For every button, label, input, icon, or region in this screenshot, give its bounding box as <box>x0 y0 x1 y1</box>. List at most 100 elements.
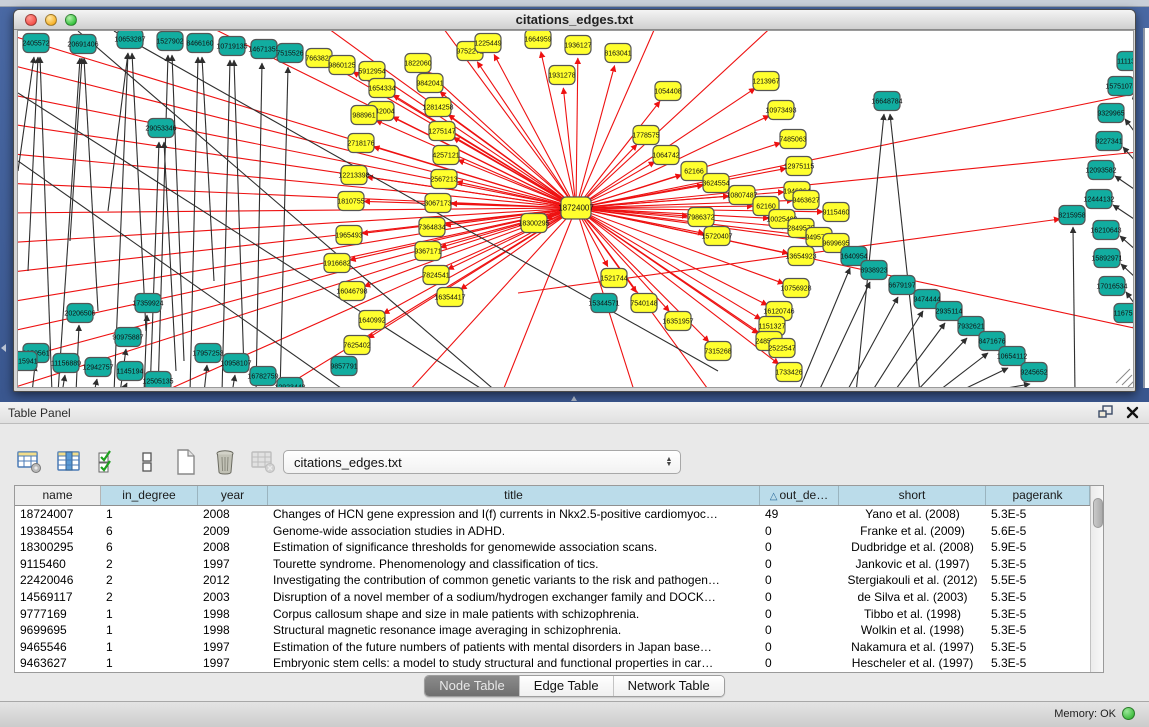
table-cell[interactable]: Tibbo et al. (1998) <box>839 606 986 623</box>
table-cell[interactable]: 5.9E-5 <box>986 539 1090 556</box>
graph-node[interactable]: 1521744 <box>600 269 627 288</box>
graph-node[interactable]: 12975115 <box>784 157 815 176</box>
table-cell[interactable]: Genome-wide association studies in ADHD. <box>268 523 760 540</box>
table-cell[interactable]: 1 <box>101 506 198 523</box>
graph-node[interactable]: 4257121 <box>432 146 459 165</box>
graph-node[interactable]: 29053346 <box>145 119 176 138</box>
table-cell[interactable]: 5.3E-5 <box>986 639 1090 656</box>
graph-node[interactable]: 1527902 <box>156 32 183 51</box>
graph-node[interactable]: 18724007 <box>558 197 594 219</box>
table-cell[interactable]: 2 <box>101 572 198 589</box>
network-window-titlebar[interactable]: citations_edges.txt <box>14 10 1135 30</box>
graph-node[interactable]: 9329965 <box>1097 104 1124 123</box>
table-options-icon[interactable] <box>16 448 44 476</box>
graph-node[interactable]: 988961 <box>351 106 377 125</box>
table-scrollbar-thumb[interactable] <box>1093 498 1103 528</box>
graph-node[interactable]: 12814258 <box>422 98 453 117</box>
table-scrollbar[interactable] <box>1090 486 1103 672</box>
tab-edge-table[interactable]: Edge Table <box>520 676 614 696</box>
graph-node[interactable]: 9463627 <box>792 191 819 210</box>
memory-status-indicator[interactable] <box>1122 707 1135 720</box>
table-cell[interactable]: Changes of HCN gene expression and I(f) … <box>268 506 760 523</box>
network-canvas[interactable]: 1872400718300295766382298601255912954165… <box>17 30 1134 388</box>
table-cell[interactable]: Dudbridge et al. (2008) <box>839 539 986 556</box>
graph-node[interactable]: 12942757 <box>82 358 113 377</box>
table-cell[interactable]: 1997 <box>198 639 268 656</box>
graph-node[interactable]: 1167533 <box>1114 304 1134 323</box>
graph-node[interactable]: 1064742 <box>652 146 679 165</box>
graph-node[interactable]: 17016534 <box>1096 277 1127 296</box>
column-header-short[interactable]: short <box>839 486 986 505</box>
table-cell[interactable]: 49 <box>760 506 839 523</box>
graph-node[interactable]: 2935114 <box>936 302 963 321</box>
table-cell[interactable]: Disruption of a novel member of a sodium… <box>268 589 760 606</box>
graph-node[interactable]: 7515526 <box>276 44 303 63</box>
table-cell[interactable]: 1998 <box>198 622 268 639</box>
column-header-year[interactable]: year <box>198 486 268 505</box>
table-cell[interactable]: Hescheler et al. (1997) <box>839 655 986 672</box>
graph-node[interactable]: 9115460 <box>823 203 850 222</box>
graph-node[interactable]: 16351957 <box>662 312 693 331</box>
close-panel-icon[interactable] <box>1126 406 1139 419</box>
column-header-pagerank[interactable]: pagerank <box>986 486 1090 505</box>
table-row[interactable]: 1938455462009Genome-wide association stu… <box>15 523 1090 540</box>
graph-node[interactable]: 15720407 <box>701 227 732 246</box>
graph-node[interactable]: 9227341 <box>1095 132 1122 151</box>
graph-node[interactable]: 12444132 <box>1083 190 1114 209</box>
graph-node[interactable]: 7315268 <box>704 342 731 361</box>
table-cell[interactable]: Structural magnetic resonance image aver… <box>268 622 760 639</box>
table-row[interactable]: 1830029562008Estimation of significance … <box>15 539 1090 556</box>
table-cell[interactable]: 5.6E-5 <box>986 523 1090 540</box>
table-cell[interactable]: 2012 <box>198 572 268 589</box>
graph-node[interactable]: 6679197 <box>888 276 915 295</box>
table-body[interactable]: 1872400712008Changes of HCN gene express… <box>15 506 1090 672</box>
graph-node[interactable]: 1654334 <box>368 79 395 98</box>
graph-node[interactable]: 16782759 <box>247 367 278 386</box>
table-select-dropdown[interactable]: citations_edges.txt ▲▼ <box>283 450 681 474</box>
graph-node[interactable]: 10973493 <box>765 101 796 120</box>
tab-node-table[interactable]: Node Table <box>425 676 520 696</box>
graph-node[interactable]: 9245652 <box>1020 363 1047 382</box>
create-column-icon[interactable] <box>172 448 200 476</box>
graph-node[interactable]: 1733426 <box>775 363 802 382</box>
graph-node[interactable]: 13654923 <box>785 247 816 266</box>
graph-node[interactable]: 14671355 <box>248 40 279 59</box>
table-cell[interactable]: 2008 <box>198 539 268 556</box>
graph-node[interactable]: 7824541 <box>422 266 449 285</box>
graph-node[interactable]: 8215958 <box>1058 206 1085 225</box>
row-height-icon[interactable] <box>133 448 161 476</box>
graph-node[interactable]: 7485063 <box>779 130 806 149</box>
graph-node[interactable]: 1664959 <box>524 31 551 49</box>
table-cell[interactable]: 14569117 <box>15 589 101 606</box>
table-cell[interactable]: 0 <box>760 639 839 656</box>
table-cell[interactable]: 5.3E-5 <box>986 622 1090 639</box>
graph-node[interactable]: 17957253 <box>192 344 223 363</box>
table-cell[interactable]: 9463627 <box>15 655 101 672</box>
table-cell[interactable]: 1 <box>101 655 198 672</box>
table-cell[interactable]: 9699695 <box>15 622 101 639</box>
graph-node[interactable]: 1111304 <box>1117 52 1134 71</box>
graph-node[interactable]: 10653287 <box>114 31 145 49</box>
graph-node[interactable]: 9857791 <box>330 357 357 376</box>
graph-node[interactable]: 8163041 <box>604 44 631 63</box>
table-cell[interactable]: 18300295 <box>15 539 101 556</box>
graph-node[interactable]: 10958107 <box>220 354 251 373</box>
graph-node[interactable]: 12213398 <box>338 166 369 185</box>
table-cell[interactable]: 5.3E-5 <box>986 556 1090 573</box>
table-row[interactable]: 977716911998Corpus callosum shape and si… <box>15 606 1090 623</box>
table-cell[interactable]: de Silva et al. (2003) <box>839 589 986 606</box>
graph-node[interactable]: 10654112 <box>997 347 1028 366</box>
table-cell[interactable]: 2008 <box>198 506 268 523</box>
graph-node[interactable]: 16354417 <box>434 288 465 307</box>
graph-node[interactable]: 12093582 <box>1085 161 1116 180</box>
table-cell[interactable]: 0 <box>760 539 839 556</box>
tab-network-table[interactable]: Network Table <box>614 676 724 696</box>
table-cell[interactable]: 1998 <box>198 606 268 623</box>
show-columns-icon[interactable] <box>55 448 83 476</box>
delete-table-icon[interactable] <box>250 448 278 476</box>
graph-node[interactable]: 1965493 <box>335 226 362 245</box>
graph-node[interactable]: 1810755 <box>337 192 364 211</box>
graph-node[interactable]: 1640992 <box>358 311 385 330</box>
table-cell[interactable]: 0 <box>760 622 839 639</box>
graph-node[interactable]: 7986372 <box>687 208 714 227</box>
